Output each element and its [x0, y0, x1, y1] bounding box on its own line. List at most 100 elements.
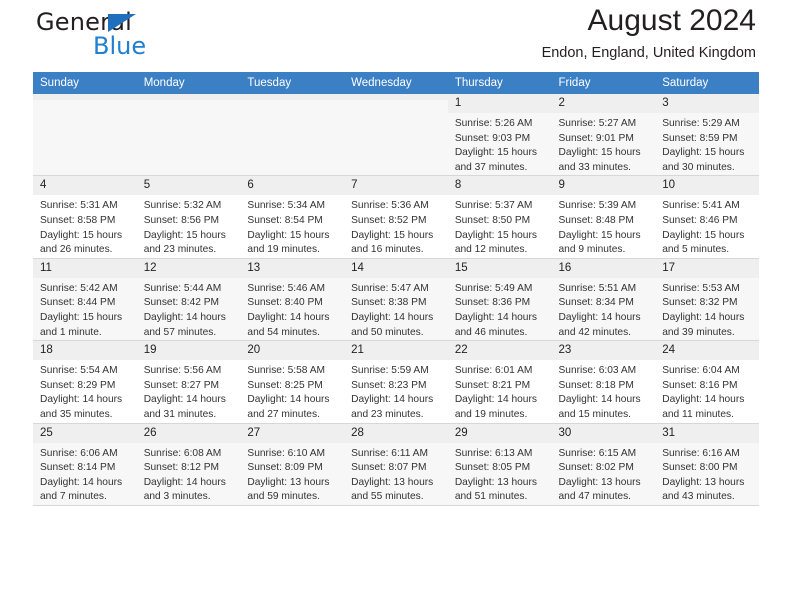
daylight-duration-line1: Daylight: 14 hours [143, 311, 226, 323]
daylight-duration-line2: and 15 minutes. [558, 408, 632, 420]
sunset-time: Sunset: 8:29 PM [40, 379, 116, 391]
daylight-duration-line1: Daylight: 15 hours [143, 229, 226, 241]
sunrise-time: Sunrise: 5:44 AM [143, 282, 222, 294]
calendar-day-cell[interactable]: 13 Sunrise: 5:46 AM Sunset: 8:40 PM Dayligh… [240, 258, 345, 342]
calendar-day-cell[interactable]: 3 Sunrise: 5:29 AM Sunset: 8:59 PM Daylight… [655, 94, 759, 177]
calendar-day-cell[interactable]: 1 Sunrise: 5:26 AM Sunset: 9:03 PM Daylight… [447, 94, 552, 177]
daylight-duration-line2: and 46 minutes. [454, 326, 528, 338]
day-number: 8 [447, 176, 552, 196]
page-subtitle: Endon, England, United Kingdom [541, 45, 756, 61]
day-details: Sunrise: 6:16 AM Sunset: 8:00 PM Daylight:… [655, 443, 759, 505]
day-number: 20 [240, 341, 345, 361]
daylight-duration-line2: and 43 minutes. [662, 491, 735, 503]
calendar-day-cell[interactable]: 28 Sunrise: 6:11 AM Sunset: 8:07 PM Dayligh… [344, 423, 448, 506]
calendar-day-cell[interactable]: 31 Sunrise: 6:16 AM Sunset: 8:00 PM Dayligh… [655, 423, 759, 506]
daylight-duration-line2: and 30 minutes. [662, 161, 735, 173]
calendar-day-cell[interactable]: 12 Sunrise: 5:44 AM Sunset: 8:42 PM Dayligh… [136, 258, 241, 342]
day-number: 22 [447, 341, 552, 361]
sunset-time: Sunset: 8:36 PM [454, 297, 531, 309]
day-details: Sunrise: 5:44 AM Sunset: 8:42 PM Daylight:… [137, 278, 241, 340]
general-blue-logo[interactable]: General Blue [36, 8, 236, 64]
calendar-day-cell[interactable]: 17 Sunrise: 5:53 AM Sunset: 8:32 PM Dayligh… [655, 258, 759, 342]
daylight-duration-line2: and 31 minutes. [143, 408, 217, 420]
daylight-duration-line1: Daylight: 14 hours [558, 311, 641, 323]
sunrise-time: Sunrise: 5:32 AM [143, 200, 222, 212]
sunset-time: Sunset: 8:27 PM [143, 379, 220, 391]
daylight-duration-line2: and 39 minutes. [662, 326, 735, 338]
day-details: Sunrise: 5:46 AM Sunset: 8:40 PM Daylight:… [240, 278, 344, 340]
day-details: Sunrise: 5:37 AM Sunset: 8:50 PM Daylight:… [448, 195, 552, 257]
sunrise-time: Sunrise: 5:37 AM [454, 200, 533, 212]
daylight-duration-line2: and 27 minutes. [247, 408, 320, 420]
calendar-day-cell[interactable]: 26 Sunrise: 6:08 AM Sunset: 8:12 PM Dayligh… [136, 423, 241, 506]
daylight-duration-line2: and 9 minutes. [558, 244, 626, 256]
sunrise-time: Sunrise: 5:51 AM [558, 282, 637, 294]
sunset-time: Sunset: 8:12 PM [143, 462, 220, 474]
day-details: Sunrise: 6:13 AM Sunset: 8:05 PM Daylight:… [448, 443, 552, 505]
day-details: Sunrise: 6:08 AM Sunset: 8:12 PM Daylight:… [137, 443, 241, 505]
day-details: Sunrise: 5:47 AM Sunset: 8:38 PM Daylight:… [344, 278, 448, 340]
calendar-day-cell[interactable]: 21 Sunrise: 5:59 AM Sunset: 8:23 PM Dayligh… [344, 340, 448, 424]
day-number: 31 [655, 423, 759, 443]
sunset-time: Sunset: 9:01 PM [558, 132, 634, 144]
daylight-duration-line1: Daylight: 13 hours [351, 476, 434, 488]
calendar-day-cell[interactable]: 29 Sunrise: 6:13 AM Sunset: 8:05 PM Dayligh… [447, 423, 552, 506]
calendar-day-cell[interactable]: 6 Sunrise: 5:34 AM Sunset: 8:54 PM Daylight… [240, 175, 345, 259]
daylight-duration-line2: and 55 minutes. [351, 491, 424, 503]
daylight-duration-line1: Daylight: 14 hours [351, 311, 434, 323]
sunset-time: Sunset: 8:56 PM [143, 214, 220, 226]
calendar-day-cell[interactable]: 18 Sunrise: 5:54 AM Sunset: 8:29 PM Dayligh… [33, 340, 137, 424]
calendar-day-cell[interactable]: 30 Sunrise: 6:15 AM Sunset: 8:02 PM Dayligh… [551, 423, 656, 506]
calendar-day-cell[interactable]: 14 Sunrise: 5:47 AM Sunset: 8:38 PM Dayligh… [344, 258, 448, 342]
calendar-day-cell[interactable]: 25 Sunrise: 6:06 AM Sunset: 8:14 PM Dayligh… [33, 423, 137, 506]
day-number: 23 [551, 341, 656, 361]
calendar-day-cell[interactable]: 23 Sunrise: 6:03 AM Sunset: 8:18 PM Dayligh… [551, 340, 656, 424]
calendar-day-cell[interactable]: 8 Sunrise: 5:37 AM Sunset: 8:50 PM Daylight… [447, 175, 552, 259]
calendar-day-cell[interactable]: 7 Sunrise: 5:36 AM Sunset: 8:52 PM Daylight… [344, 175, 448, 259]
calendar-day-cell[interactable]: 11 Sunrise: 5:42 AM Sunset: 8:44 PM Dayligh… [33, 258, 137, 342]
day-number: 27 [240, 423, 345, 443]
daylight-duration-line1: Daylight: 14 hours [40, 394, 123, 406]
daylight-duration-line1: Daylight: 14 hours [662, 394, 745, 406]
day-number [33, 94, 137, 100]
weekday-header-monday: Monday [136, 72, 241, 94]
sunset-time: Sunset: 8:40 PM [247, 297, 323, 309]
day-details: Sunrise: 5:53 AM Sunset: 8:32 PM Daylight:… [655, 278, 759, 340]
day-details: Sunrise: 5:54 AM Sunset: 8:29 PM Daylight:… [33, 360, 137, 422]
sunrise-time: Sunrise: 5:41 AM [662, 200, 740, 212]
calendar-day-cell[interactable]: 5 Sunrise: 5:32 AM Sunset: 8:56 PM Daylight… [136, 175, 241, 259]
daylight-duration-line1: Daylight: 13 hours [662, 476, 745, 488]
day-details: Sunrise: 6:01 AM Sunset: 8:21 PM Daylight:… [448, 360, 552, 422]
calendar-day-cell[interactable]: 24 Sunrise: 6:04 AM Sunset: 8:16 PM Dayligh… [655, 340, 759, 424]
day-number: 12 [136, 258, 241, 278]
sunrise-time: Sunrise: 5:27 AM [558, 118, 637, 129]
calendar-day-cell[interactable]: 16 Sunrise: 5:51 AM Sunset: 8:34 PM Dayligh… [551, 258, 656, 342]
calendar-day-cell[interactable]: 2 Sunrise: 5:27 AM Sunset: 9:01 PM Daylight… [551, 94, 656, 177]
daylight-duration-line1: Daylight: 14 hours [558, 394, 641, 406]
calendar-day-cell[interactable]: 27 Sunrise: 6:10 AM Sunset: 8:09 PM Dayligh… [240, 423, 345, 506]
day-number: 3 [655, 94, 759, 113]
calendar-day-cell[interactable]: 4 Sunrise: 5:31 AM Sunset: 8:58 PM Daylight… [33, 175, 137, 259]
sunrise-time: Sunrise: 6:11 AM [351, 447, 428, 459]
daylight-duration-line1: Daylight: 14 hours [143, 476, 226, 488]
sunrise-time: Sunrise: 5:46 AM [247, 282, 325, 294]
day-details: Sunrise: 5:34 AM Sunset: 8:54 PM Daylight:… [240, 195, 344, 257]
day-details: Sunrise: 5:49 AM Sunset: 8:36 PM Daylight:… [448, 278, 552, 340]
calendar-day-cell[interactable]: 22 Sunrise: 6:01 AM Sunset: 8:21 PM Dayligh… [447, 340, 552, 424]
sunset-time: Sunset: 8:50 PM [454, 214, 531, 226]
calendar-day-cell[interactable]: 19 Sunrise: 5:56 AM Sunset: 8:27 PM Dayligh… [136, 340, 241, 424]
daylight-duration-line2: and 11 minutes. [662, 408, 734, 420]
daylight-duration-line2: and 16 minutes. [351, 244, 424, 256]
sunset-time: Sunset: 8:07 PM [351, 462, 427, 474]
logo-text-blue: Blue [93, 32, 147, 60]
daylight-duration-line1: Daylight: 14 hours [454, 394, 537, 406]
sunset-time: Sunset: 8:38 PM [351, 297, 427, 309]
daylight-duration-line1: Daylight: 15 hours [558, 229, 641, 241]
calendar-day-cell[interactable]: 15 Sunrise: 5:49 AM Sunset: 8:36 PM Dayligh… [447, 258, 552, 342]
calendar-day-cell[interactable]: 10 Sunrise: 5:41 AM Sunset: 8:46 PM Dayligh… [655, 175, 759, 259]
calendar-week-row: 25 Sunrise: 6:06 AM Sunset: 8:14 PM Dayligh… [33, 423, 759, 506]
calendar-day-cell[interactable]: 20 Sunrise: 5:58 AM Sunset: 8:25 PM Dayligh… [240, 340, 345, 424]
sunrise-time: Sunrise: 6:10 AM [247, 447, 325, 459]
calendar-day-cell[interactable]: 9 Sunrise: 5:39 AM Sunset: 8:48 PM Daylight… [551, 175, 656, 259]
calendar-day-cell-empty [136, 94, 241, 177]
